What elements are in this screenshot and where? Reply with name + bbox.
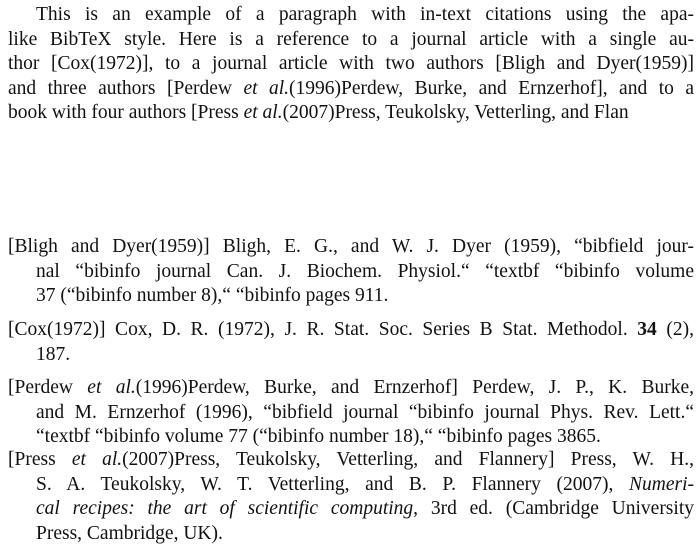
paragraph-line: book with four authors [Press et al.(200… [8,101,694,126]
bib-entry-perdew: [Perdew et al.(1996)Perdew, Burke, and E… [8,376,694,450]
line-text: Perdew, J. P., K. Burke, [457,377,694,398]
bib-key: [Bligh and Dyer(1959)] [8,236,210,257]
bib-entry-line: [Press et al.(2007)Press, Teukolsky, Vet… [8,448,694,473]
bib-entry-line: [Bligh and Dyer(1959)] Bligh, E. G., and… [8,235,694,260]
bib-entry-line: S. A. Teukolsky, W. T. Vetterling, and B… [8,473,694,498]
bib-entry-press: [Press et al.(2007)Press, Teukolsky, Vet… [8,448,694,546]
key-text: [Perdew [8,377,88,398]
bib-entry-line: 187. [36,343,71,365]
bib-entry-line: and M. Ernzerhof (1996), “bibfield journ… [36,401,694,423]
line-text: and three authors [Perdew [8,77,244,99]
bib-entry-line: 37 (“bibinfo number 8),“ “bibinfo pages … [36,285,389,306]
line-text: book with four authors [Press [8,102,244,123]
key-text: (2007)Press, Teukolsky, Vetterling, and … [122,449,555,470]
title-italic: cal recipes: the art of scientific compu… [36,498,414,519]
paragraph-line: like BibTeX style. Here is a reference t… [8,28,694,50]
et-al-italic: et al. [71,449,123,470]
line-text: Cox, D. R. (1972), J. R. Stat. Soc. Seri… [105,319,638,340]
key-text: [Press [8,449,72,470]
bib-entry-line: [Perdew et al.(1996)Perdew, Burke, and E… [8,376,694,401]
bib-entry-line: nal “bibinfo journal Can. J. Biochem. Ph… [36,260,694,282]
volume-bold: 34 [637,319,657,340]
bib-key: [Press et al.(2007)Press, Teukolsky, Vet… [8,449,554,470]
line-text: (2007)Press, Teukolsky, Vetterling, and … [282,102,629,123]
paragraph-line: This is an example of a paragraph with i… [36,4,694,25]
key-text: (1996)Perdew, Burke, and Ernzerhof] [135,377,458,398]
line-text: Press, W. H., [554,449,694,470]
line-text: (1996)Perdew, Burke, and Ernzerhof], and… [289,77,694,99]
bib-entry-line: cal recipes: the art of scientific compu… [8,497,694,522]
et-al-italic: et al. [243,77,290,99]
bib-entry-line: Press, Cambridge, UK). [36,522,223,544]
paragraph-line: and three authors [Perdew et al.(1996)Pe… [8,77,694,102]
bib-key: [Perdew et al.(1996)Perdew, Burke, and E… [8,377,458,398]
line-text: Bligh, E. G., and W. J. Dyer (1959), “bi… [209,236,694,257]
bib-entry-cox: [Cox(1972)] Cox, D. R. (1972), J. R. Sta… [8,318,694,367]
title-italic: Numeri- [629,473,694,495]
bib-entry-bligh-dyer: [Bligh and Dyer(1959)] Bligh, E. G., and… [8,235,694,309]
bib-entry-line: “textbf “bibinfo volume 77 (“bibinfo num… [36,426,601,447]
line-text: (2), [656,319,694,340]
intro-paragraph: This is an example of a paragraph with i… [8,3,694,126]
document-page: This is an example of a paragraph with i… [0,0,700,549]
bib-entry-line: [Cox(1972)] Cox, D. R. (1972), J. R. Sta… [8,318,694,343]
paragraph-line: thor [Cox(1972)], to a journal article w… [8,53,694,74]
et-al-italic: et al. [87,377,136,398]
et-al-italic: et al. [243,102,283,123]
line-text: , 3rd ed. (Cambridge University [413,498,694,519]
line-text: S. A. Teukolsky, W. T. Vetterling, and B… [36,473,629,495]
bib-key: [Cox(1972)] [8,319,106,340]
